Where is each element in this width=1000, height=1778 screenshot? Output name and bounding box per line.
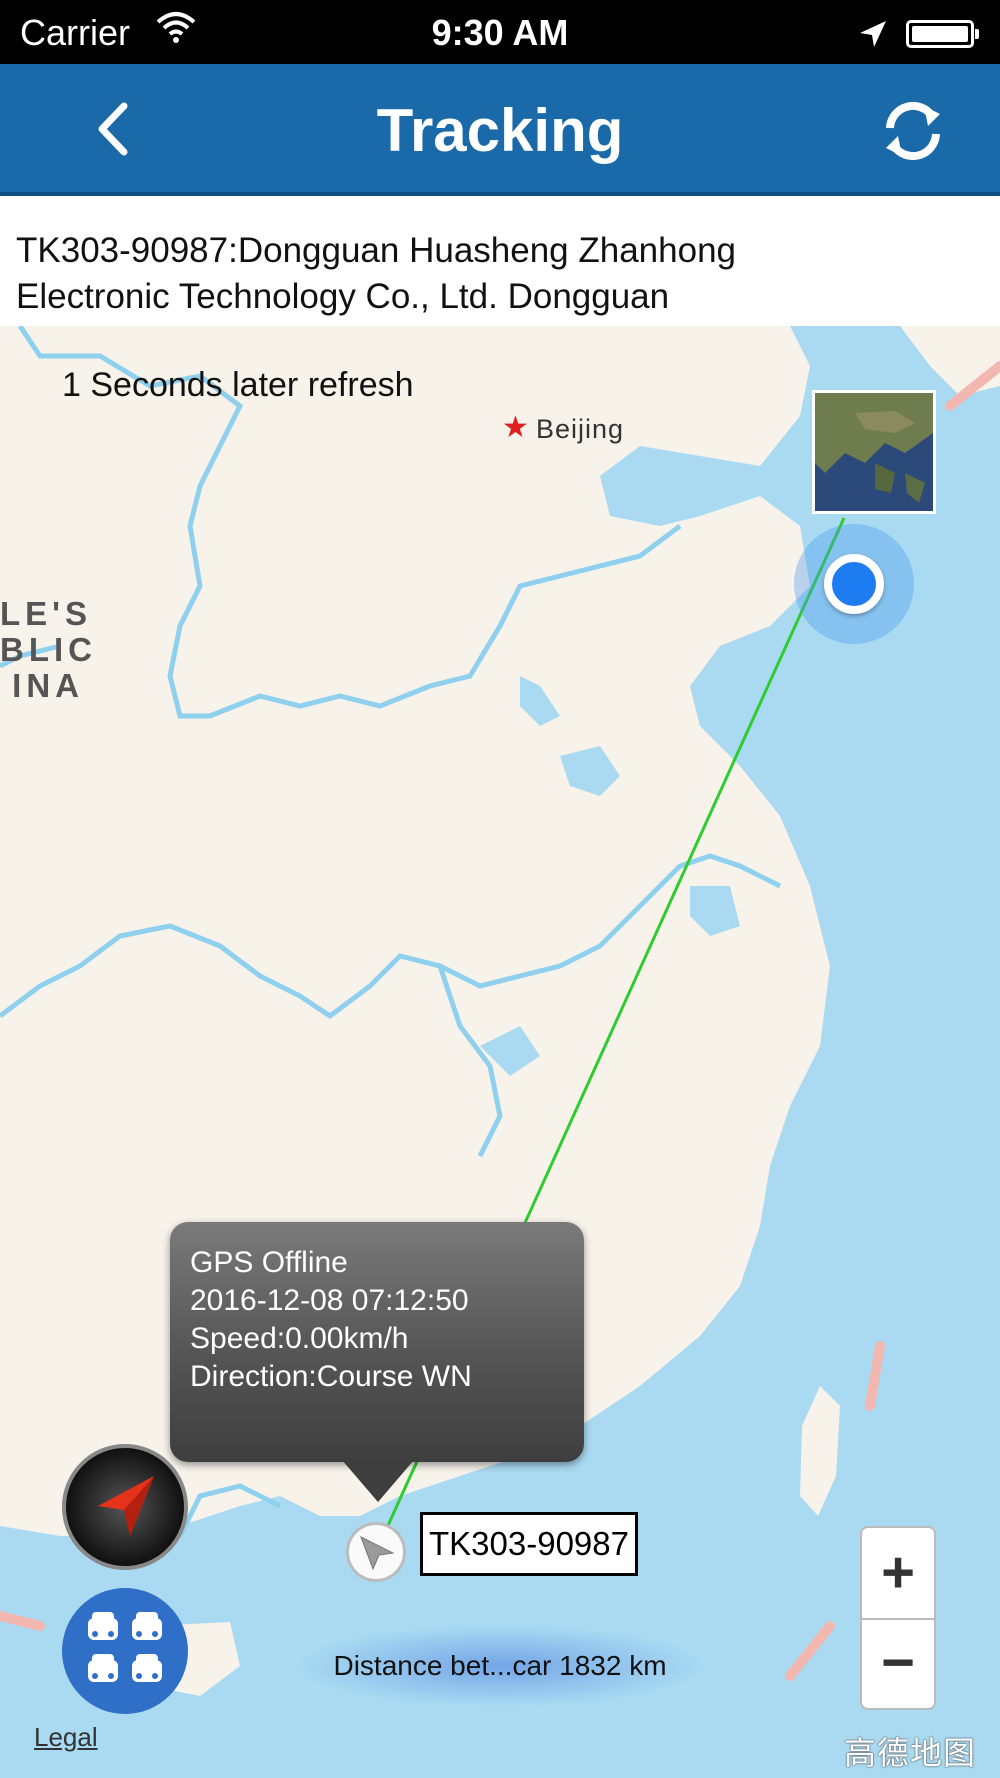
city-label-beijing: Beijing <box>536 414 625 444</box>
zoom-out-button[interactable]: − <box>862 1618 934 1708</box>
zoom-control: + − <box>860 1526 936 1710</box>
navigation-arrow-icon <box>360 1535 395 1571</box>
location-arrow-icon <box>858 16 888 58</box>
country-label-line: INA <box>12 667 84 704</box>
speed-text: Speed:0.00km/h <box>190 1322 409 1355</box>
navigation-bar: Tracking <box>0 64 1000 196</box>
gps-status-text: GPS Offline <box>190 1246 348 1279</box>
country-label: LE'S BLIC INA <box>0 595 97 704</box>
vehicle-marker[interactable] <box>346 1522 406 1582</box>
map-view[interactable]: 1 Seconds later refresh ★ Beijing LE'S B… <box>0 326 1000 1778</box>
device-info-line-1: TK303-90987:Dongguan Huasheng Zhanhong <box>16 231 737 270</box>
satellite-thumbnail-icon <box>815 393 933 511</box>
capital-star-icon: ★ <box>502 411 529 444</box>
refresh-icon <box>886 101 940 161</box>
current-location-marker[interactable] <box>794 524 914 644</box>
refresh-button[interactable] <box>876 94 950 168</box>
timestamp-text: 2016-12-08 07:12:50 <box>190 1284 469 1317</box>
all-vehicles-button[interactable] <box>62 1588 188 1714</box>
direction-text: Direction:Course WN <box>190 1360 472 1393</box>
navigate-to-vehicle-button[interactable] <box>62 1444 188 1570</box>
location-dot <box>824 554 884 614</box>
country-label-line: BLIC <box>0 631 97 668</box>
refresh-countdown-text: 1 Seconds later refresh <box>62 366 414 404</box>
zoom-in-button[interactable]: + <box>862 1528 934 1620</box>
map-provider-logo: 高德地图 <box>844 1735 977 1771</box>
back-button[interactable] <box>82 94 152 164</box>
battery-icon <box>906 20 979 48</box>
satellite-view-toggle[interactable] <box>812 390 936 514</box>
device-info-header: TK303-90987:Dongguan Huasheng Zhanhong E… <box>0 196 1000 326</box>
clock: 9:30 AM <box>431 12 569 53</box>
legal-link[interactable]: Legal <box>34 1722 98 1753</box>
status-bar: Carrier 9:30 AM <box>0 0 1000 64</box>
distance-banner: Distance bet...car 1832 km <box>300 1626 700 1706</box>
cars-icon <box>88 1612 162 1682</box>
vehicle-info-popup: GPS Offline 2016-12-08 07:12:50 Speed:0.… <box>170 1222 584 1462</box>
popup-tail <box>342 1460 414 1502</box>
compass-icon <box>98 1476 154 1536</box>
vehicle-label[interactable]: TK303-90987 <box>420 1512 638 1576</box>
country-label-line: LE'S <box>0 595 93 632</box>
chevron-left-icon <box>98 102 128 156</box>
device-info-line-2: Electronic Technology Co., Ltd. Dongguan <box>16 277 670 316</box>
